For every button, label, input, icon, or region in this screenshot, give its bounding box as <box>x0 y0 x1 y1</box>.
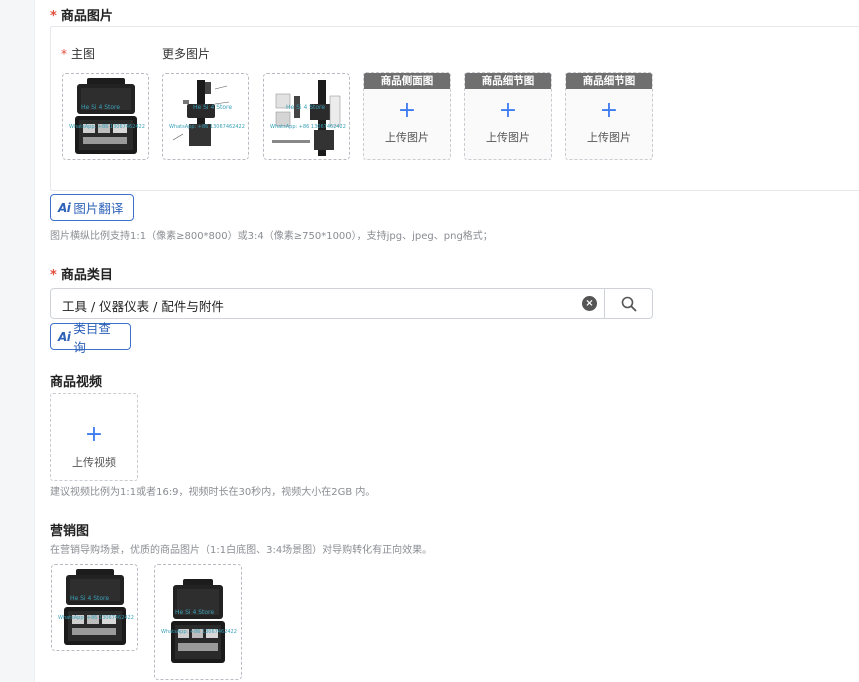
ai-translate-label: 图片翻译 <box>73 201 124 216</box>
plus-icon: + <box>498 98 518 123</box>
more-image-thumbnail-1[interactable]: He Si 4 Store WhatsApp: +86 13067462422 <box>162 73 249 160</box>
chain-tool-image <box>172 80 230 146</box>
category-value: 工具 / 仪器仪表 / 配件与附件 <box>62 299 224 314</box>
upload-slot-detail-1[interactable]: 商品细节图 + 上传图片 <box>464 72 552 160</box>
required-asterisk: * <box>50 268 57 283</box>
images-hint: 图片横纵比例支持1:1（像素≥800*800）或3:4（像素≥750*1000）… <box>50 231 493 242</box>
upload-image-label: 上传图片 <box>385 131 429 144</box>
upload-slot-detail-2[interactable]: 商品细节图 + 上传图片 <box>565 72 653 160</box>
slot-header: 商品侧面图 <box>364 73 450 89</box>
category-section-title: * 商品类目 <box>50 264 113 283</box>
tool-kit-image <box>171 579 225 663</box>
clear-circle-icon[interactable]: × <box>582 296 597 311</box>
images-title-text: 商品图片 <box>60 9 113 24</box>
tool-kit-image <box>75 78 137 154</box>
upload-image-label: 上传图片 <box>587 131 631 144</box>
plus-icon: + <box>397 98 417 123</box>
ai-category-query-button[interactable]: Ai 类目查询 <box>50 321 131 355</box>
category-title-text: 商品类目 <box>60 268 113 283</box>
marketing-image-portrait[interactable]: He Si 4 Store WhatsApp: +86 13067462422 <box>154 564 242 680</box>
marketing-hint: 在营销导购场景，优质的商品图片（1:1白底图、3:4场景图）对导购转化有正向效果… <box>50 545 433 556</box>
video-section-title: 商品视频 <box>50 375 103 390</box>
marketing-image-square[interactable]: He Si 4 Store WhatsApp: +86 13067462422 <box>51 564 138 651</box>
ai-category-label: 类目查询 <box>73 320 111 355</box>
slot-header: 商品细节图 <box>566 73 652 89</box>
more-image-thumbnail-2[interactable]: He Si 4 Store WhatsApp: +86 13067462422 <box>263 73 350 160</box>
main-image-thumbnail[interactable]: He Si 4 Store WhatsApp: +86 13067462422 <box>62 73 149 160</box>
required-asterisk: * <box>50 9 57 24</box>
slot-header: 商品细节图 <box>465 73 551 89</box>
plus-icon: + <box>599 98 619 123</box>
video-hint: 建议视频比例为1:1或者16:9，视频时长在30秒内，视频大小在2GB 内。 <box>50 487 376 498</box>
ai-icon: Ai <box>58 200 71 215</box>
tool-kit-image <box>64 569 126 645</box>
watermark-contact: WhatsApp: +86 13067462422 <box>58 615 134 621</box>
required-asterisk: * <box>61 47 67 61</box>
upload-video-slot[interactable]: + 上传视频 <box>50 393 138 481</box>
upload-slot-side-view[interactable]: 商品侧面图 + 上传图片 <box>363 72 451 160</box>
watermark-contact: WhatsApp: +86 13067462422 <box>69 124 145 130</box>
watermark-contact: WhatsApp: +86 13067462422 <box>169 124 245 130</box>
main-image-label-text: 主图 <box>71 47 96 61</box>
watermark-contact: WhatsApp: +86 13067462422 <box>270 124 346 130</box>
watermark-brand: He Si 4 Store <box>193 104 233 111</box>
more-images-label: 更多图片 <box>162 47 211 61</box>
watermark-brand: He Si 4 Store <box>81 104 121 111</box>
watermark-contact: WhatsApp: +86 13067462422 <box>161 629 237 635</box>
ai-image-translate-button[interactable]: Ai 图片翻译 <box>50 194 134 221</box>
watermark-brand: He Si 4 Store <box>70 595 110 602</box>
left-sidebar-strip <box>0 0 35 682</box>
ai-icon: Ai <box>58 329 71 344</box>
category-search-input[interactable]: 工具 / 仪器仪表 / 配件与附件 × <box>50 288 653 319</box>
plus-icon: + <box>84 422 104 447</box>
upload-image-label: 上传图片 <box>486 131 530 144</box>
search-button[interactable] <box>604 289 653 318</box>
tool-parts-image <box>272 80 341 156</box>
upload-video-label: 上传视频 <box>72 456 116 469</box>
watermark-brand: He Si 4 Store <box>286 104 326 111</box>
search-icon <box>621 296 637 311</box>
images-section-title: * 商品图片 <box>50 5 113 24</box>
watermark-brand: He Si 4 Store <box>175 609 215 616</box>
main-image-label: * 主图 <box>61 45 95 62</box>
marketing-section-title: 营销图 <box>50 524 90 539</box>
